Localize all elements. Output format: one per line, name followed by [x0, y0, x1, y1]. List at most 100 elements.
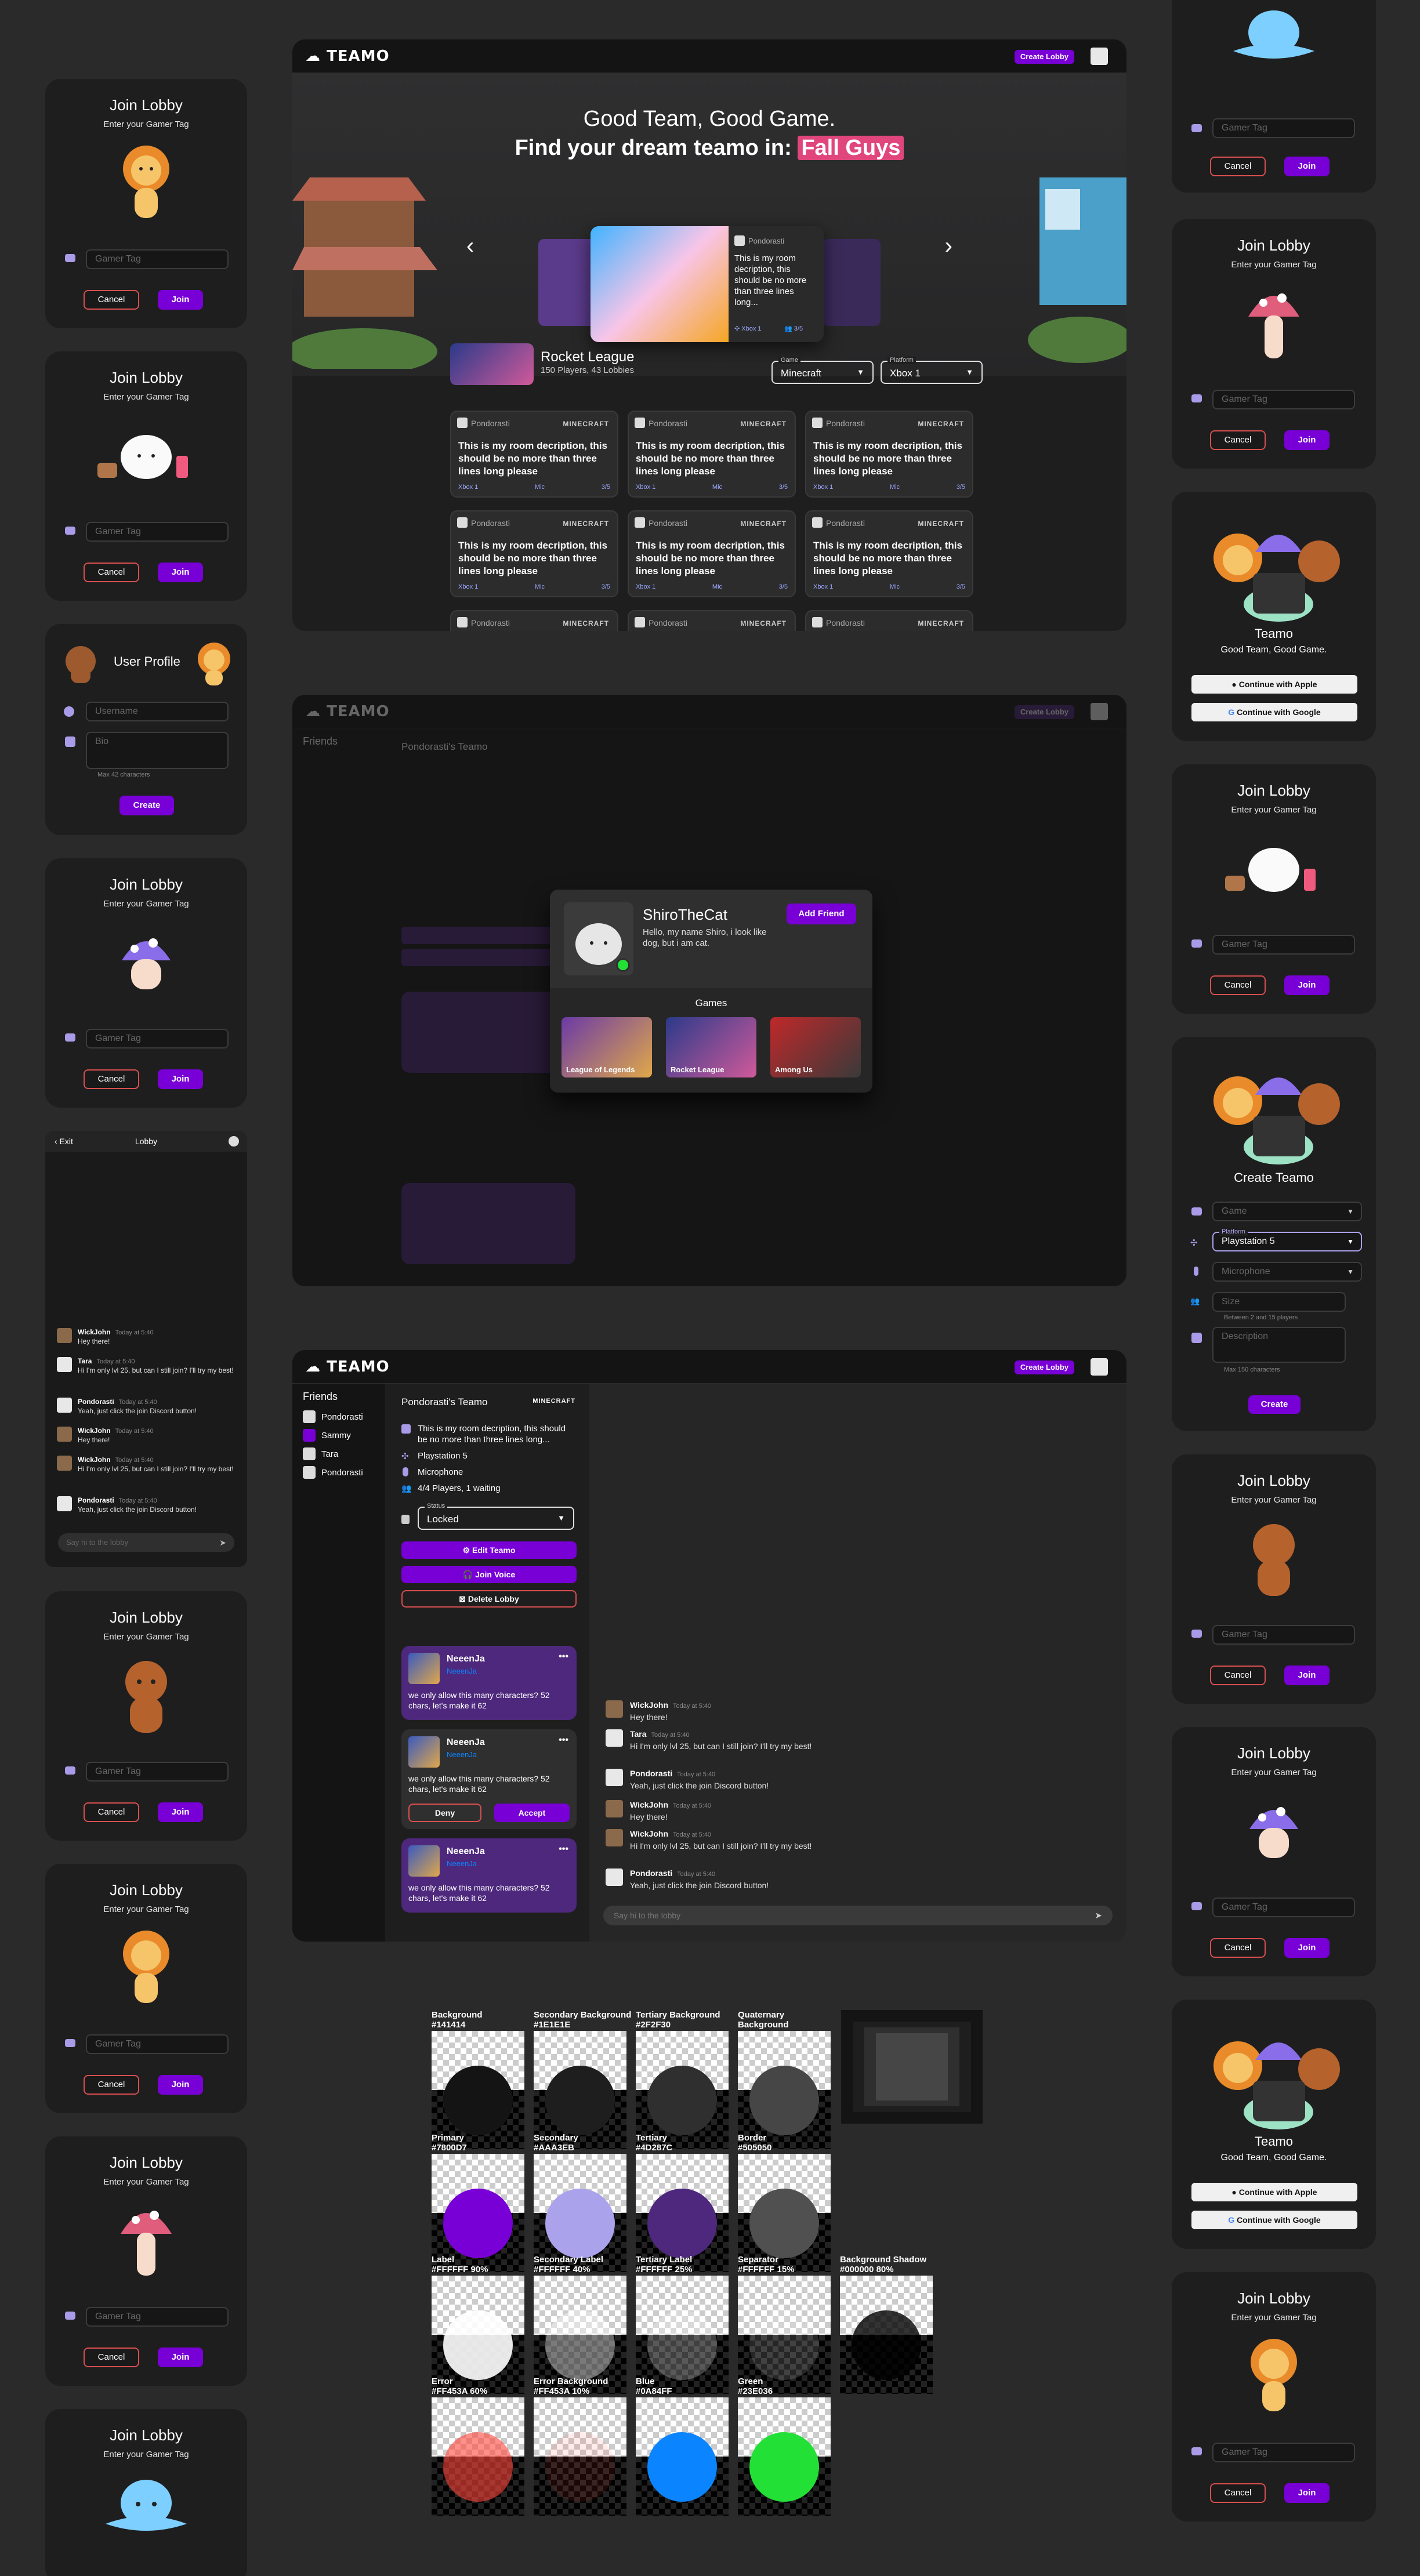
room-card[interactable]: PondorastiMINECRAFTThis is my room decri… [450, 411, 618, 498]
join-button[interactable]: Join [1284, 1938, 1330, 1958]
create-lobby-button[interactable]: Create Lobby [1014, 50, 1074, 64]
room-card[interactable]: PondorastiMINECRAFTThis is my room decri… [628, 411, 796, 498]
create-lobby-button[interactable]: Create Lobby [1014, 705, 1074, 719]
gamer-tag-input[interactable]: Gamer Tag [1212, 118, 1355, 138]
room-card[interactable]: PondorastiMINECRAFTThis is my room decri… [805, 411, 973, 498]
carousel-prev-icon[interactable]: ‹ [466, 233, 474, 259]
join-voice-button[interactable]: 🎧 Join Voice [401, 1566, 577, 1583]
game-select[interactable]: Game Minecraft ▼ [771, 357, 874, 384]
description-input[interactable]: Description [1212, 1327, 1346, 1363]
teamo-logo[interactable]: ☁ TEAMO [305, 48, 390, 65]
more-options-icon[interactable]: ••• [559, 1652, 568, 1662]
continue-apple-button[interactable]: ● Continue with Apple [1191, 675, 1357, 694]
join-button[interactable]: Join [1284, 430, 1330, 450]
delete-lobby-button[interactable]: ⊠ Delete Lobby [401, 1590, 577, 1608]
join-voice-button[interactable] [401, 949, 575, 966]
cancel-button[interactable]: Cancel [1210, 430, 1266, 450]
games-title: Games [695, 997, 727, 1008]
continue-apple-button[interactable]: ● Continue with Apple [1191, 2183, 1357, 2201]
edit-teamo-button[interactable] [401, 927, 575, 944]
game-tile-among-us[interactable]: Among Us [770, 1017, 861, 1077]
add-friend-button[interactable]: Add Friend [787, 904, 856, 924]
cancel-button[interactable]: Cancel [1210, 157, 1266, 176]
edit-teamo-button[interactable]: ⚙ Edit Teamo [401, 1541, 577, 1559]
more-options-icon[interactable]: ••• [559, 1844, 568, 1855]
join-button[interactable]: Join [158, 290, 203, 310]
join-button[interactable]: Join [158, 563, 203, 582]
status-select[interactable]: Status Locked ▼ [418, 1503, 574, 1530]
cancel-button[interactable]: Cancel [1210, 1666, 1266, 1685]
microphone-select[interactable]: Microphone ▼ [1212, 1262, 1362, 1282]
gamer-tag-input[interactable]: Gamer Tag [1212, 390, 1355, 409]
gamer-tag-input[interactable]: Gamer Tag [1212, 1625, 1355, 1645]
more-options-icon[interactable]: ••• [559, 1735, 568, 1746]
join-button[interactable]: Join [158, 2348, 203, 2367]
lobby-chat-input[interactable]: Say hi to the lobby [603, 1906, 1113, 1925]
size-input[interactable]: Size [1212, 1292, 1346, 1312]
mobile-chat-input[interactable]: Say hi to the lobby [58, 1533, 234, 1552]
send-icon[interactable]: ➤ [219, 1538, 226, 1548]
room-card[interactable]: PondorastiMINECRAFTThis is my room decri… [450, 510, 618, 597]
room-card[interactable]: PondorastiMINECRAFTThis is my room decri… [628, 510, 796, 597]
gamer-tag-input[interactable]: Gamer Tag [1212, 1897, 1355, 1917]
gamer-tag-input[interactable]: Gamer Tag [86, 249, 229, 269]
teamo-logo[interactable]: ☁ TEAMO [305, 703, 390, 720]
chat-message: Tara Today at 5:40 Hi I'm only lvl 25, but… [57, 1357, 237, 1380]
continue-google-button[interactable]: G Continue with Google [1191, 703, 1357, 721]
gamer-tag-input[interactable]: Gamer Tag [86, 1762, 229, 1782]
join-button[interactable]: Join [158, 2075, 203, 2095]
bio-input[interactable]: Bio [86, 732, 229, 769]
featured-room-card[interactable]: Pondorasti This is my room decription, t… [591, 226, 824, 342]
continue-google-button[interactable]: G Continue with Google [1191, 2211, 1357, 2229]
join-button[interactable]: Join [1284, 975, 1330, 995]
cancel-button[interactable]: Cancel [84, 1069, 139, 1089]
cancel-button[interactable]: Cancel [84, 290, 139, 310]
cancel-button[interactable]: Cancel [1210, 1938, 1266, 1958]
cancel-button[interactable]: Cancel [84, 2075, 139, 2095]
platform-select[interactable]: Platform Xbox 1 ▼ [881, 357, 983, 384]
join-button[interactable]: Join [1284, 157, 1330, 176]
cancel-button[interactable]: Cancel [84, 1802, 139, 1822]
gamer-tag-input[interactable]: Gamer Tag [86, 2034, 229, 2054]
create-profile-button[interactable]: Create [119, 796, 174, 815]
teamo-logo[interactable]: ☁ TEAMO [305, 1358, 390, 1376]
game-tile-lol[interactable]: League of Legends [562, 1017, 652, 1077]
deny-button[interactable]: Deny [408, 1804, 481, 1822]
join-button[interactable]: Join [1284, 1666, 1330, 1685]
cancel-button[interactable]: Cancel [1210, 975, 1266, 995]
user-avatar[interactable] [1091, 48, 1108, 65]
accept-button[interactable]: Accept [494, 1804, 570, 1822]
join-button[interactable]: Join [1284, 2483, 1330, 2503]
profile-icon[interactable] [229, 1136, 239, 1146]
chat-text: Hey there! [630, 1812, 668, 1822]
carousel-side-card-left[interactable] [538, 239, 596, 326]
cancel-button[interactable]: Cancel [1210, 2483, 1266, 2503]
gamer-tag-input[interactable]: Gamer Tag [86, 522, 229, 542]
chat-timestamp: Today at 5:40 [115, 1329, 154, 1336]
user-avatar[interactable] [1091, 703, 1108, 720]
carousel-side-card-right[interactable] [823, 239, 881, 326]
create-lobby-button[interactable]: Create Lobby [1014, 1360, 1074, 1374]
swatch-background-shadow [840, 2276, 933, 2394]
gamer-tag-input[interactable]: Gamer Tag [86, 2307, 229, 2327]
gamer-tag-input[interactable]: Gamer Tag [1212, 2443, 1355, 2462]
room-card[interactable]: PondorastiMINECRAFTThis is my room decri… [805, 510, 973, 597]
join-button[interactable]: Join [158, 1802, 203, 1822]
game-tile-rocket-league[interactable]: Rocket League [666, 1017, 756, 1077]
room-card[interactable]: PondorastiMINECRAFTThis is my room decri… [628, 610, 796, 631]
room-card[interactable]: PondorastiMINECRAFTThis is my room decri… [805, 610, 973, 631]
room-card[interactable]: PondorastiMINECRAFTThis is my room decri… [450, 610, 618, 631]
cancel-button[interactable]: Cancel [84, 2348, 139, 2367]
carousel-next-icon[interactable]: › [945, 233, 952, 259]
gamer-tag-input[interactable]: Gamer Tag [1212, 935, 1355, 955]
game-select[interactable]: Game ▼ [1212, 1202, 1362, 1221]
send-icon[interactable]: ➤ [1095, 1910, 1102, 1921]
chevron-down-icon: ▼ [557, 1514, 565, 1522]
gamer-tag-input[interactable]: Gamer Tag [86, 1029, 229, 1048]
cancel-button[interactable]: Cancel [84, 563, 139, 582]
create-teamo-button[interactable]: Create [1248, 1395, 1301, 1414]
join-button[interactable]: Join [158, 1069, 203, 1089]
user-avatar[interactable] [1091, 1358, 1108, 1376]
platform-select[interactable]: Platform Playstation 5 ▼ [1212, 1228, 1362, 1251]
username-input[interactable]: Username [86, 702, 229, 721]
